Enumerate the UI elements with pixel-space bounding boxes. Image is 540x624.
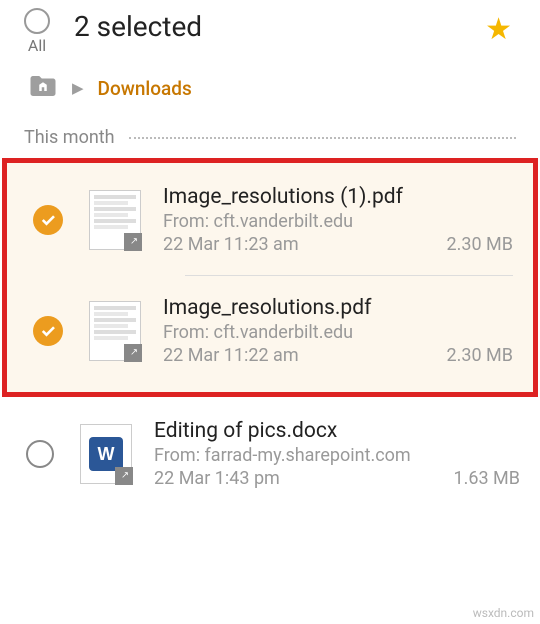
shortcut-badge-icon (124, 233, 142, 251)
selected-count-text: 2 selected (74, 10, 485, 43)
file-size: 2.30 MB (447, 234, 514, 255)
list-item[interactable]: Image_resolutions.pdf From: cft.vanderbi… (7, 284, 533, 378)
section-header: This month (0, 123, 540, 158)
chevron-right-icon: ▶ (72, 79, 84, 97)
file-source: From: cft.vanderbilt.edu (163, 211, 513, 232)
selection-check-icon[interactable] (33, 205, 63, 235)
list-item[interactable]: Image_resolutions (1).pdf From: cft.vand… (7, 173, 533, 267)
file-metadata: Editing of pics.docx From: farrad-my.sha… (154, 419, 520, 489)
section-title: This month (24, 127, 115, 148)
section-divider-dots (129, 137, 516, 139)
file-date: 22 Mar 1:43 pm (154, 468, 280, 489)
select-all-circle-icon (24, 8, 50, 34)
shortcut-badge-icon (124, 344, 142, 362)
pdf-thumbnail-icon (89, 301, 141, 361)
word-badge-icon: W (89, 437, 123, 471)
file-size: 2.30 MB (447, 345, 514, 366)
pdf-thumbnail-icon (89, 190, 141, 250)
file-metadata: Image_resolutions (1).pdf From: cft.vand… (163, 185, 513, 255)
file-name: Editing of pics.docx (154, 419, 520, 443)
file-name: Image_resolutions (1).pdf (163, 185, 513, 209)
list-item[interactable]: W Editing of pics.docx From: farrad-my.s… (0, 397, 540, 501)
favorite-star-icon[interactable]: ★ (485, 12, 512, 47)
shortcut-badge-icon (115, 467, 133, 485)
file-metadata: Image_resolutions.pdf From: cft.vanderbi… (163, 296, 513, 366)
watermark-text: wsxdn.com (473, 606, 534, 620)
selection-check-icon[interactable] (33, 316, 63, 346)
selection-circle-icon[interactable] (26, 440, 54, 468)
home-folder-icon[interactable] (28, 73, 58, 103)
file-source: From: cft.vanderbilt.edu (163, 322, 513, 343)
select-all-control[interactable]: All (24, 8, 50, 55)
select-all-label: All (28, 36, 46, 55)
selected-files-highlight: Image_resolutions (1).pdf From: cft.vand… (2, 158, 538, 397)
file-date: 22 Mar 11:22 am (163, 345, 299, 366)
file-source: From: farrad-my.sharepoint.com (154, 445, 520, 466)
header-bar: All 2 selected ★ (0, 0, 540, 59)
breadcrumb-downloads-link[interactable]: Downloads (98, 77, 192, 100)
file-size: 1.63 MB (454, 468, 521, 489)
row-divider (185, 275, 513, 276)
docx-thumbnail-icon: W (80, 424, 132, 484)
file-name: Image_resolutions.pdf (163, 296, 513, 320)
file-date: 22 Mar 11:23 am (163, 234, 299, 255)
breadcrumb: ▶ Downloads (0, 59, 540, 123)
